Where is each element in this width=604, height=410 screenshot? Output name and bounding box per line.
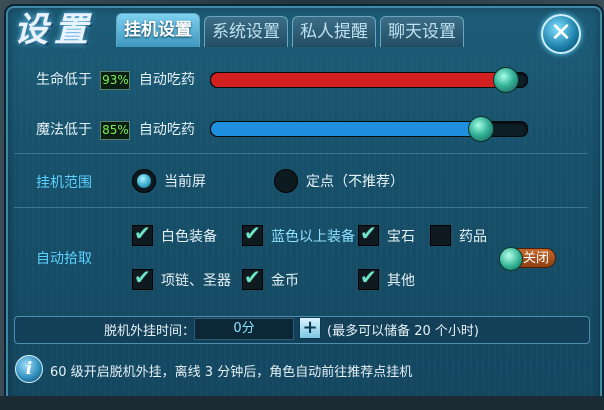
pickup-item-label: 药品 [459, 228, 487, 245]
pickup-item-label: 白色装备 [161, 228, 217, 245]
range-option-fixed-point[interactable]: 定点（不推荐） [274, 169, 404, 193]
offline-time-note: (最多可以储备 20 个小时) [327, 324, 479, 339]
checkbox-checked-icon [242, 265, 263, 290]
pickup-gem[interactable]: 宝石 [358, 221, 415, 246]
pickup-item-label: 宝石 [387, 228, 415, 245]
pickup-white-gear[interactable]: 白色装备 [132, 221, 217, 246]
add-time-button[interactable]: + [299, 317, 321, 339]
pickup-potion[interactable]: 药品 [430, 225, 487, 246]
divider [14, 207, 588, 208]
radio-unselected-icon [274, 169, 298, 193]
hp-slider[interactable] [210, 67, 528, 93]
offline-time-label: 脱机外挂时间： [104, 324, 196, 339]
toggle-knob [499, 247, 523, 271]
info-text: 60 级开启脱机外挂，离线 3 分钟后，角色自动前往推荐点挂机 [50, 365, 413, 380]
pickup-item-label: 蓝色以上装备 [271, 228, 355, 245]
plus-icon: + [302, 317, 318, 338]
pickup-blue-gear[interactable]: 蓝色以上装备 [242, 221, 355, 246]
range-option-label: 定点（不推荐） [306, 174, 404, 190]
mp-slider-knob[interactable] [468, 116, 494, 142]
tab-idle-settings[interactable]: 挂机设置 [116, 13, 200, 47]
tab-chat-settings[interactable]: 聊天设置 [380, 16, 464, 47]
radio-selected-icon [132, 169, 156, 193]
pickup-toggle[interactable]: 关闭 [499, 247, 556, 271]
info-icon: i [15, 355, 43, 383]
checkbox-checked-icon [242, 221, 263, 246]
pickup-item-label: 项链、圣器 [161, 272, 231, 289]
settings-panel [4, 4, 604, 408]
offline-time-field[interactable]: 0分 [194, 318, 294, 340]
checkbox-checked-icon [358, 265, 379, 290]
tab-system-settings[interactable]: 系统设置 [204, 16, 288, 47]
page-title: 设置 [14, 10, 94, 50]
mp-slider[interactable] [210, 116, 528, 142]
pickup-item-label: 金币 [271, 272, 299, 289]
divider [14, 153, 588, 154]
close-icon: ✕ [550, 18, 572, 48]
pickup-label: 自动拾取 [36, 251, 92, 267]
toggle-label: 关闭 [522, 251, 549, 266]
tab-bar: 挂机设置 系统设置 私人提醒 聊天设置 [116, 13, 464, 47]
hp-threshold-row: 生命低于 93% 自动吃药 [36, 69, 195, 90]
checkbox-checked-icon [132, 265, 153, 290]
checkbox-checked-icon [358, 221, 379, 246]
checkbox-checked-icon [132, 221, 153, 246]
range-option-label: 当前屏 [164, 174, 206, 190]
pickup-necklace-relic[interactable]: 项链、圣器 [132, 265, 231, 290]
bottom-chat-strip [0, 396, 604, 410]
range-option-current-screen[interactable]: 当前屏 [132, 169, 206, 193]
mp-suffix: 自动吃药 [138, 122, 195, 138]
hp-suffix: 自动吃药 [138, 72, 195, 88]
tab-private-reminder[interactable]: 私人提醒 [292, 16, 376, 47]
mp-threshold-row: 魔法低于 85% 自动吃药 [36, 119, 195, 140]
pickup-other[interactable]: 其他 [358, 265, 415, 290]
range-label: 挂机范围 [36, 175, 92, 191]
mp-label: 魔法低于 [36, 122, 92, 138]
hp-slider-knob[interactable] [493, 67, 519, 93]
hp-percent[interactable]: 93% [100, 71, 131, 90]
hp-slider-fill [211, 73, 505, 87]
mp-slider-fill [211, 122, 480, 136]
pickup-gold[interactable]: 金币 [242, 265, 299, 290]
close-button[interactable]: ✕ [541, 14, 581, 54]
checkbox-unchecked-icon [430, 225, 451, 246]
hp-label: 生命低于 [36, 72, 92, 88]
mp-percent[interactable]: 85% [100, 121, 131, 140]
pickup-item-label: 其他 [387, 272, 415, 289]
